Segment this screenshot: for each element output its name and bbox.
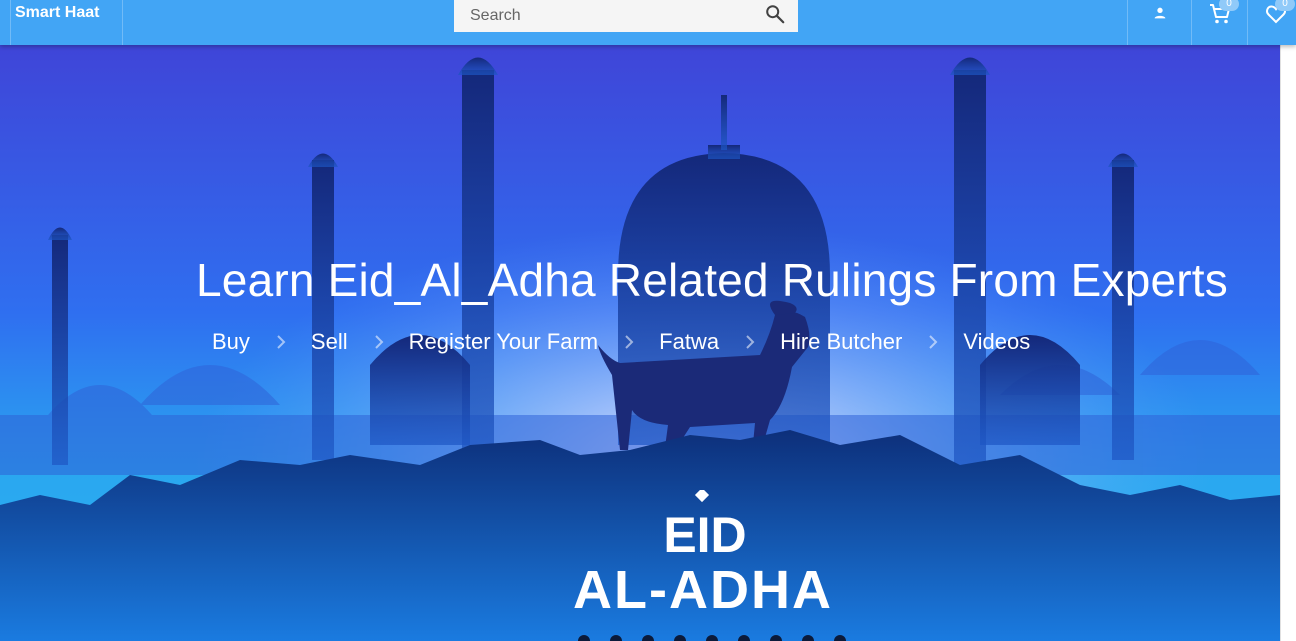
account-icon	[1154, 7, 1166, 19]
top-app-bar: Smart Haat 0 0	[0, 0, 1296, 45]
chevron-right-icon	[929, 335, 938, 349]
svg-text:EID: EID	[663, 507, 746, 563]
link-sell[interactable]: Sell	[311, 329, 348, 355]
carousel-dot[interactable]	[578, 635, 590, 641]
carousel-dot[interactable]	[834, 635, 846, 641]
link-fatwa[interactable]: Fatwa	[659, 329, 719, 355]
wishlist-count-badge: 0	[1275, 0, 1295, 11]
link-hire-butcher[interactable]: Hire Butcher	[780, 329, 902, 355]
carousel-dot[interactable]	[674, 635, 686, 641]
carousel-dot[interactable]	[642, 635, 654, 641]
svg-text:AL-ADHA: AL-ADHA	[573, 560, 833, 620]
search-icon[interactable]	[764, 3, 786, 25]
cart-button[interactable]: 0	[1191, 0, 1248, 45]
carousel-dot[interactable]	[738, 635, 750, 641]
chevron-right-icon	[746, 335, 755, 349]
brand-logo-link[interactable]: Smart Haat	[0, 0, 123, 45]
hero-title: Learn Eid_Al_Adha Related Rulings From E…	[196, 254, 1228, 306]
quick-links-nav: Buy Sell Register Your Farm Fatwa Hire B…	[212, 327, 1030, 357]
carousel-indicators	[578, 635, 866, 641]
carousel-dot[interactable]	[770, 635, 782, 641]
chevron-right-icon	[374, 335, 384, 349]
wishlist-button[interactable]: 0	[1247, 0, 1296, 45]
search-input[interactable]	[454, 0, 754, 32]
carousel-dot[interactable]	[802, 635, 814, 641]
chevron-right-icon	[277, 335, 286, 349]
link-register-farm[interactable]: Register Your Farm	[409, 329, 599, 355]
link-buy[interactable]: Buy	[212, 329, 250, 355]
carousel-dot[interactable]	[610, 635, 622, 641]
account-button[interactable]	[1127, 0, 1192, 45]
scrollbar-track[interactable]	[1280, 45, 1296, 641]
cart-count-badge: 0	[1219, 0, 1239, 11]
eid-al-adha-logo: EID AL-ADHA	[573, 490, 833, 620]
link-videos[interactable]: Videos	[963, 329, 1030, 355]
search-box	[454, 0, 798, 32]
carousel-dot[interactable]	[706, 635, 718, 641]
hero-banner: Learn Eid_Al_Adha Related Rulings From E…	[0, 45, 1280, 641]
chevron-right-icon	[625, 335, 634, 349]
